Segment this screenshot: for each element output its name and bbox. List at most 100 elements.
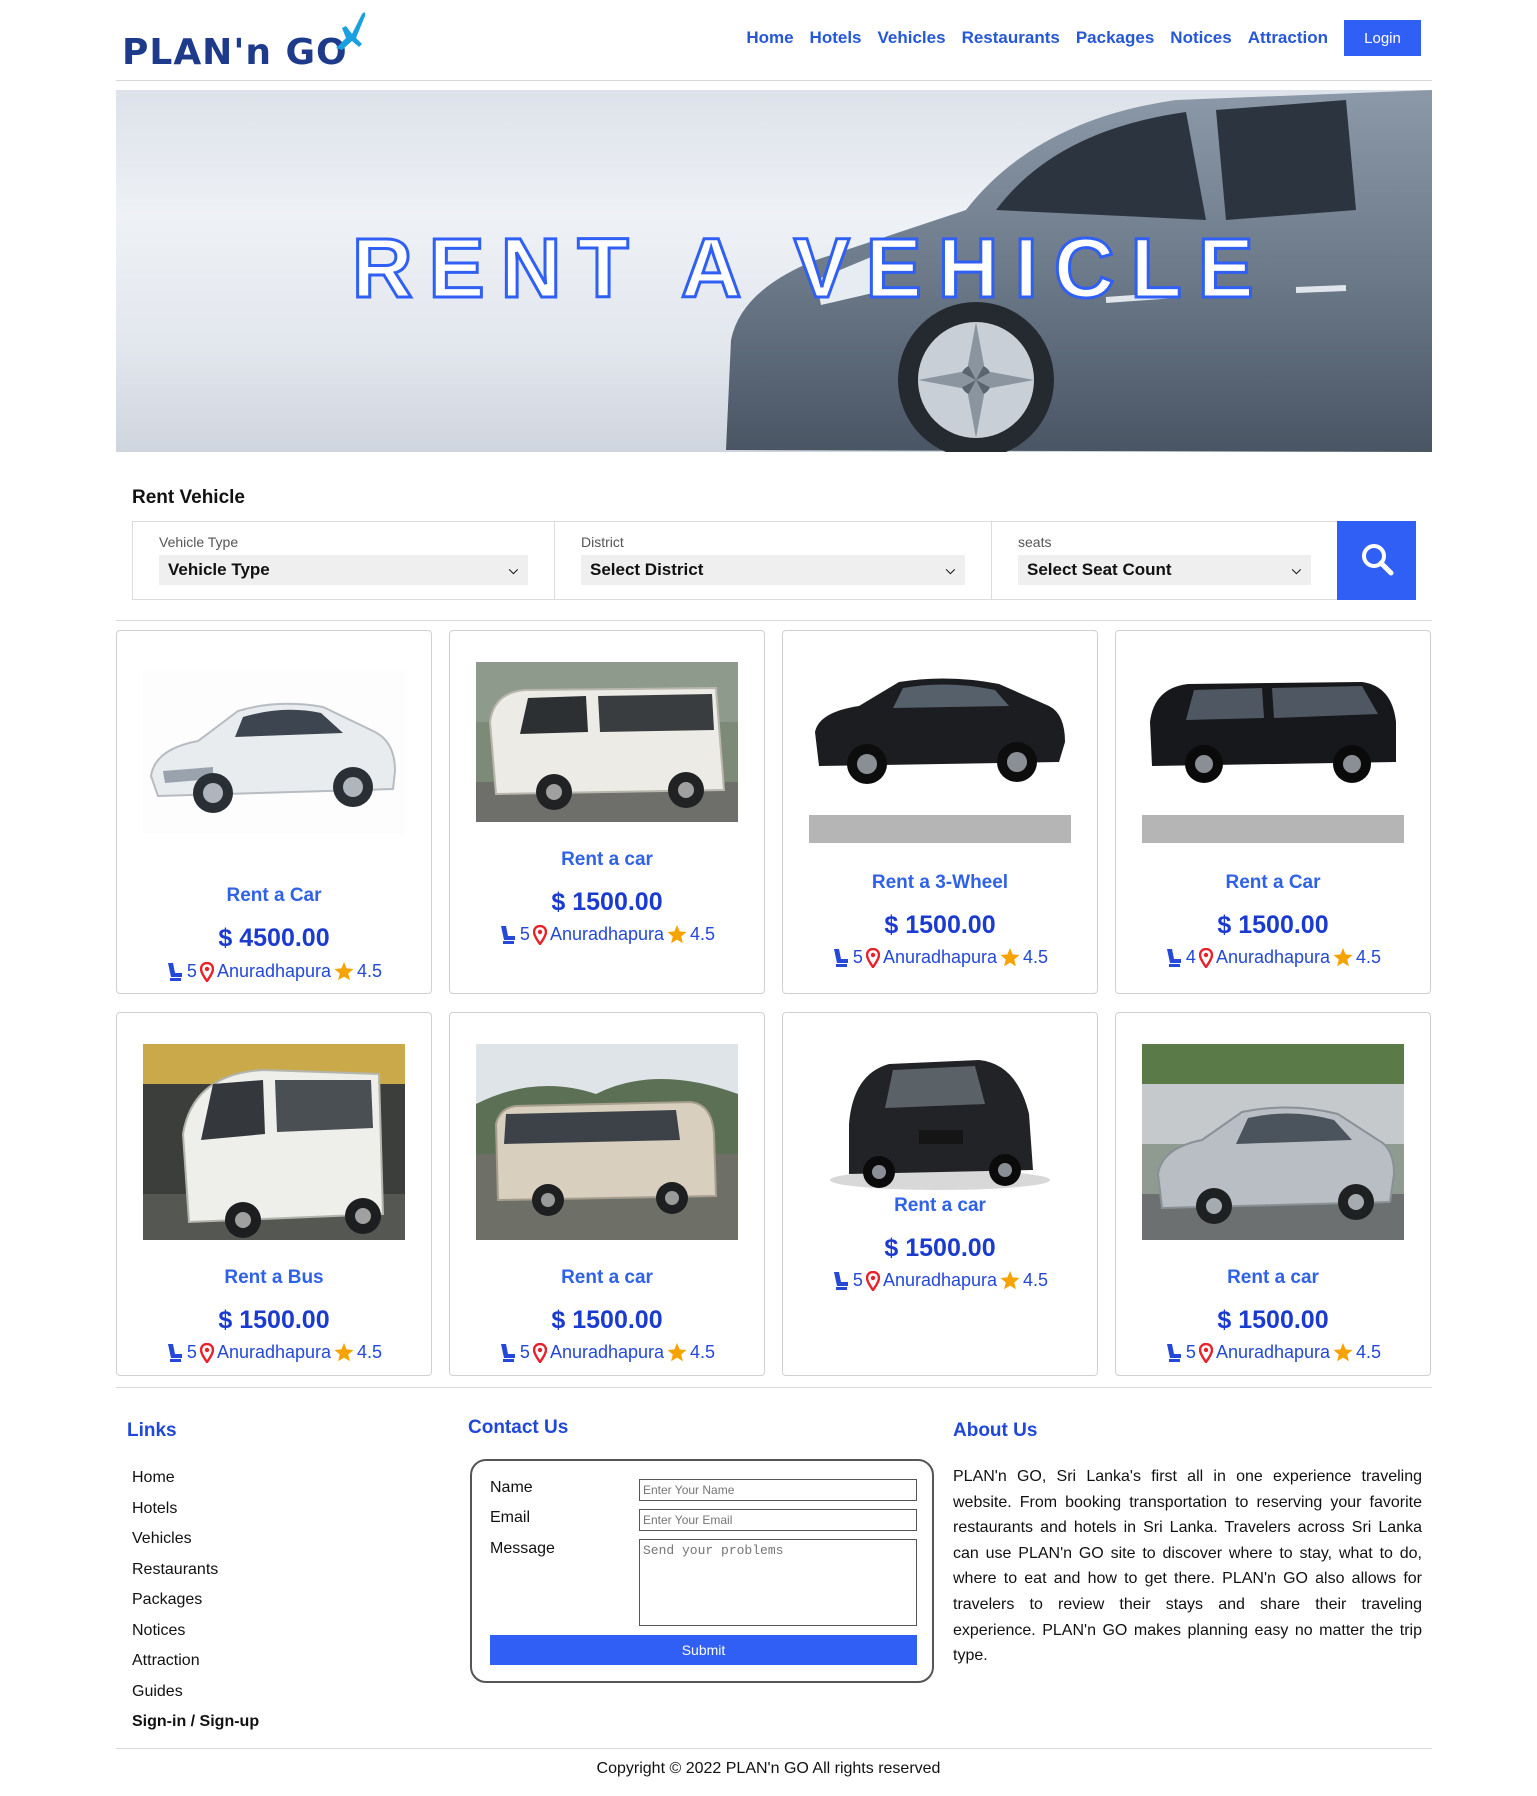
vehicle-card[interactable]: Rent a car $ 1500.00 5 Anuradhapura 4.5 (1115, 1012, 1431, 1376)
card-meta: 5 Anuradhapura 4.5 (117, 961, 431, 982)
star-icon (1000, 948, 1020, 967)
vehicle-card[interactable]: Rent a car $ 1500.00 5 Anuradhapura 4.5 (449, 1012, 765, 1376)
card-meta: 5 Anuradhapura 4.5 (783, 947, 1097, 968)
nav-home[interactable]: Home (746, 28, 793, 48)
message-textarea[interactable] (639, 1539, 917, 1626)
seat-icon (500, 925, 515, 944)
card-price: $ 1500.00 (1217, 1306, 1329, 1334)
footer-link-vehicles[interactable]: Vehicles (132, 1530, 192, 1548)
location-pin-icon (532, 924, 547, 945)
vehicle-type-label: Vehicle Type (159, 534, 239, 550)
search-icon (1361, 544, 1393, 576)
location-pin-icon (532, 1342, 547, 1363)
card-location: Anuradhapura (549, 1342, 665, 1362)
card-location: Anuradhapura (216, 961, 332, 981)
image-placeholder-bar (809, 815, 1071, 843)
chevron-down-icon: ⌵ (508, 562, 518, 577)
image-placeholder-bar (1142, 815, 1404, 843)
vehicle-type-value: Vehicle Type (168, 560, 270, 579)
card-title[interactable]: Rent a car (450, 1267, 764, 1289)
search-button[interactable] (1337, 521, 1416, 600)
card-title[interactable]: Rent a Car (117, 885, 431, 907)
main-nav: Home Hotels Vehicles Restaurants Package… (746, 20, 1432, 56)
name-input[interactable] (639, 1479, 917, 1501)
card-title[interactable]: Rent a 3-Wheel (783, 872, 1097, 894)
nav-vehicles[interactable]: Vehicles (878, 28, 946, 48)
footer-link-signin[interactable]: Sign-in / Sign-up (132, 1713, 259, 1731)
location-pin-icon (865, 947, 880, 968)
footer-link-restaurants[interactable]: Restaurants (132, 1561, 218, 1579)
vehicle-card[interactable]: Rent a Car $ 1500.00 4 Anuradhapura 4.5 (1115, 630, 1431, 994)
nav-attraction[interactable]: Attraction (1248, 28, 1328, 48)
footer-link-attraction[interactable]: Attraction (132, 1652, 200, 1670)
vehicle-card[interactable]: Rent a 3-Wheel $ 1500.00 5 Anuradhapura … (782, 630, 1098, 994)
seat-count: 5 (519, 1342, 530, 1362)
card-price: $ 1500.00 (218, 1306, 330, 1334)
message-label: Message (490, 1540, 555, 1557)
star-icon (667, 925, 687, 944)
card-meta: 5 Anuradhapura 4.5 (117, 1342, 431, 1363)
card-rating: 4.5 (690, 924, 716, 944)
nav-hotels[interactable]: Hotels (810, 28, 862, 48)
star-icon (1000, 1271, 1020, 1290)
card-title[interactable]: Rent a car (450, 849, 764, 871)
card-title[interactable]: Rent a car (783, 1195, 1097, 1217)
hero-banner: RENT A VEHICLE (116, 90, 1432, 452)
nav-packages[interactable]: Packages (1076, 28, 1154, 48)
location-pin-icon (865, 1270, 880, 1291)
nav-notices[interactable]: Notices (1170, 28, 1231, 48)
location-pin-icon (199, 1342, 214, 1363)
email-input[interactable] (639, 1509, 917, 1531)
black-hatchback-image (809, 1044, 1071, 1194)
footer-link-guides[interactable]: Guides (132, 1683, 183, 1701)
footer-link-hotels[interactable]: Hotels (132, 1500, 177, 1518)
contact-form: Name Email Message Submit (470, 1459, 934, 1683)
location-pin-icon (1198, 947, 1213, 968)
card-location: Anuradhapura (882, 947, 998, 967)
search-heading: Rent Vehicle (132, 487, 245, 508)
seat-icon (833, 948, 848, 967)
district-select[interactable]: Select District ⌵ (581, 555, 965, 585)
seats-label: seats (1018, 534, 1052, 550)
seat-icon (500, 1343, 515, 1362)
footer-link-home[interactable]: Home (132, 1469, 175, 1487)
card-meta: 5 Anuradhapura 4.5 (450, 924, 764, 945)
coach-bus-image (476, 1044, 738, 1240)
seats-field: seats Select Seat Count ⌵ (992, 522, 1338, 599)
copyright: Copyright © 2022 PLAN'n GO All rights re… (596, 1760, 941, 1777)
seats-select[interactable]: Select Seat Count ⌵ (1018, 555, 1311, 585)
star-icon (334, 1343, 354, 1362)
card-location: Anuradhapura (1215, 947, 1331, 967)
nav-restaurants[interactable]: Restaurants (962, 28, 1060, 48)
card-rating: 4.5 (690, 1342, 716, 1362)
vehicle-card[interactable]: Rent a car $ 1500.00 5 Anuradhapura 4.5 (782, 1012, 1098, 1376)
seat-icon (167, 962, 182, 981)
location-pin-icon (1198, 1342, 1213, 1363)
name-label: Name (490, 1479, 533, 1496)
vehicle-card[interactable]: Rent a car $ 1500.00 5 Anuradhapura 4.5 (449, 630, 765, 994)
seat-icon (833, 1271, 848, 1290)
card-title[interactable]: Rent a Bus (117, 1267, 431, 1289)
airplane-icon (336, 12, 366, 50)
card-title[interactable]: Rent a car (1116, 1267, 1430, 1289)
login-button[interactable]: Login (1344, 20, 1421, 56)
footer-link-notices[interactable]: Notices (132, 1622, 185, 1640)
vehicle-card[interactable]: Rent a Bus $ 1500.00 5 Anuradhapura 4.5 (116, 1012, 432, 1376)
card-price: $ 4500.00 (218, 924, 330, 952)
chevron-down-icon: ⌵ (1291, 562, 1301, 577)
card-rating: 4.5 (1023, 947, 1049, 967)
card-price: $ 1500.00 (884, 911, 996, 939)
hero-title: RENT A VEHICLE (351, 220, 1270, 317)
submit-button[interactable]: Submit (490, 1635, 917, 1665)
card-rating: 4.5 (1356, 1342, 1382, 1362)
card-rating: 4.5 (1023, 1270, 1049, 1290)
seat-icon (167, 1343, 182, 1362)
card-location: Anuradhapura (882, 1270, 998, 1290)
vehicle-card[interactable]: Rent a Car $ 4500.00 5 Anuradhapura 4.5 (116, 630, 432, 994)
vehicle-type-select[interactable]: Vehicle Type ⌵ (159, 555, 528, 585)
card-title[interactable]: Rent a Car (1116, 872, 1430, 894)
card-meta: 5 Anuradhapura 4.5 (450, 1342, 764, 1363)
chevron-down-icon: ⌵ (945, 562, 955, 577)
footer-link-packages[interactable]: Packages (132, 1591, 202, 1609)
site-logo[interactable]: PLAN'n GO (120, 10, 366, 73)
